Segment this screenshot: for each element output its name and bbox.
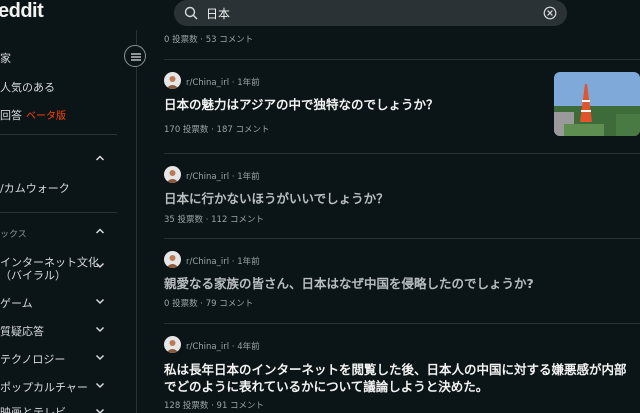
post-card[interactable]: r/China_irl · 1年前 日本に行かないほうがいいでしょうか？ 35 …: [164, 166, 640, 226]
chevron-up-icon[interactable]: [95, 226, 105, 236]
post-card[interactable]: r/China_irl · 4年前 私は長年日本のインターネットを閲覧した後、日…: [164, 336, 640, 413]
top-bar: eddit 日本: [0, 0, 640, 30]
divider: [164, 153, 640, 154]
post-title[interactable]: 日本に行かないほうがいいでしょうか？: [164, 190, 389, 207]
post-thumbnail[interactable]: [554, 72, 640, 136]
post-title[interactable]: 日本の魅力はアジアの中で独特なのでしょうか？: [164, 96, 439, 113]
post-card[interactable]: r/China_irl · 1年前 親愛なる家族の皆さん、日本はなぜ中国を侵略し…: [164, 251, 640, 311]
search-input[interactable]: 日本: [206, 5, 230, 22]
sidebar-item-community[interactable]: /カムウォーク: [0, 180, 70, 196]
search-results-feed: 0 投票数 · 53 コメント r/China_irl · 1年前 日本の魅力は…: [164, 30, 640, 413]
sidebar-item-viral[interactable]: （バイラル）: [0, 267, 66, 283]
avatar[interactable]: [164, 251, 181, 268]
search-icon: [184, 6, 198, 20]
avatar[interactable]: [164, 72, 181, 89]
chevron-down-icon[interactable]: [95, 260, 105, 270]
post-stats: 170 投票数 · 187 コメント: [164, 125, 270, 135]
avatar[interactable]: [164, 336, 181, 353]
post-card[interactable]: r/China_irl · 1年前 日本の魅力はアジアの中で独特なのでしょうか？…: [164, 72, 640, 152]
chevron-down-icon[interactable]: [95, 324, 105, 334]
chevron-up-icon[interactable]: [95, 153, 105, 163]
sidebar-item-pop-culture[interactable]: ポップカルチャー: [0, 379, 88, 395]
avatar[interactable]: [164, 166, 181, 183]
sidebar-item-movies-tv[interactable]: 映画とテレビ: [0, 404, 66, 413]
post-stats: 35 投票数 · 112 コメント: [164, 215, 265, 225]
divider: [164, 59, 640, 60]
sidebar-item-answers[interactable]: 回答 ベータ版: [0, 107, 66, 123]
post-stats: 0 投票数 · 79 コメント: [164, 299, 254, 309]
post-title[interactable]: 私は長年日本のインターネットを閲覧した後、日本人の中国に対する嫌悪感が内部 でど…: [164, 361, 627, 395]
sidebar-item-popular[interactable]: 人気のある: [0, 79, 55, 95]
sidebar-item-home[interactable]: 家: [0, 50, 11, 66]
sidebar-item-technology[interactable]: テクノロジー: [0, 351, 65, 367]
subreddit-meta[interactable]: r/China_irl · 1年前: [186, 170, 260, 182]
search-bar[interactable]: 日本: [174, 0, 567, 26]
post-stats: 0 投票数 · 53 コメント: [164, 35, 254, 45]
clear-icon[interactable]: [543, 6, 557, 20]
section-label-topics: ックス: [0, 230, 27, 240]
divider: [0, 134, 117, 135]
reddit-logo[interactable]: eddit: [0, 0, 44, 23]
post-title-line: 私は長年日本のインターネットを閲覧した後、日本人の中国に対する嫌悪感が内部: [164, 362, 627, 377]
menu-icon: [131, 53, 141, 61]
chevron-down-icon[interactable]: [95, 296, 105, 306]
post-title-line: でどのように表れているかについて議論しようと決めた。: [164, 379, 489, 394]
divider: [0, 212, 117, 213]
divider: [164, 238, 640, 239]
sidebar-item-label: 回答: [0, 109, 22, 122]
sidebar-item-games[interactable]: ゲーム: [0, 295, 33, 311]
post-title[interactable]: 親愛なる家族の皆さん、日本はなぜ中国を侵略したのでしょうか?: [164, 275, 534, 292]
subreddit-meta[interactable]: r/China_irl · 1年前: [186, 76, 260, 88]
subreddit-meta[interactable]: r/China_irl · 4年前: [186, 340, 260, 352]
divider: [164, 323, 640, 324]
subreddit-meta[interactable]: r/China_irl · 1年前: [186, 255, 260, 267]
collapse-sidebar-button[interactable]: [124, 45, 146, 67]
sidebar-item-qa[interactable]: 質疑応答: [0, 323, 44, 339]
chevron-down-icon[interactable]: [95, 352, 105, 362]
chevron-down-icon[interactable]: [95, 380, 105, 390]
post-stats: 128 投票数 · 91 コメント: [164, 401, 265, 411]
left-sidebar: 家 人気のある 回答 ベータ版 /カムウォーク ックス インターネット文化 （バイ…: [0, 30, 146, 413]
beta-badge: ベータ版: [26, 111, 66, 122]
chevron-down-icon[interactable]: [95, 406, 105, 413]
